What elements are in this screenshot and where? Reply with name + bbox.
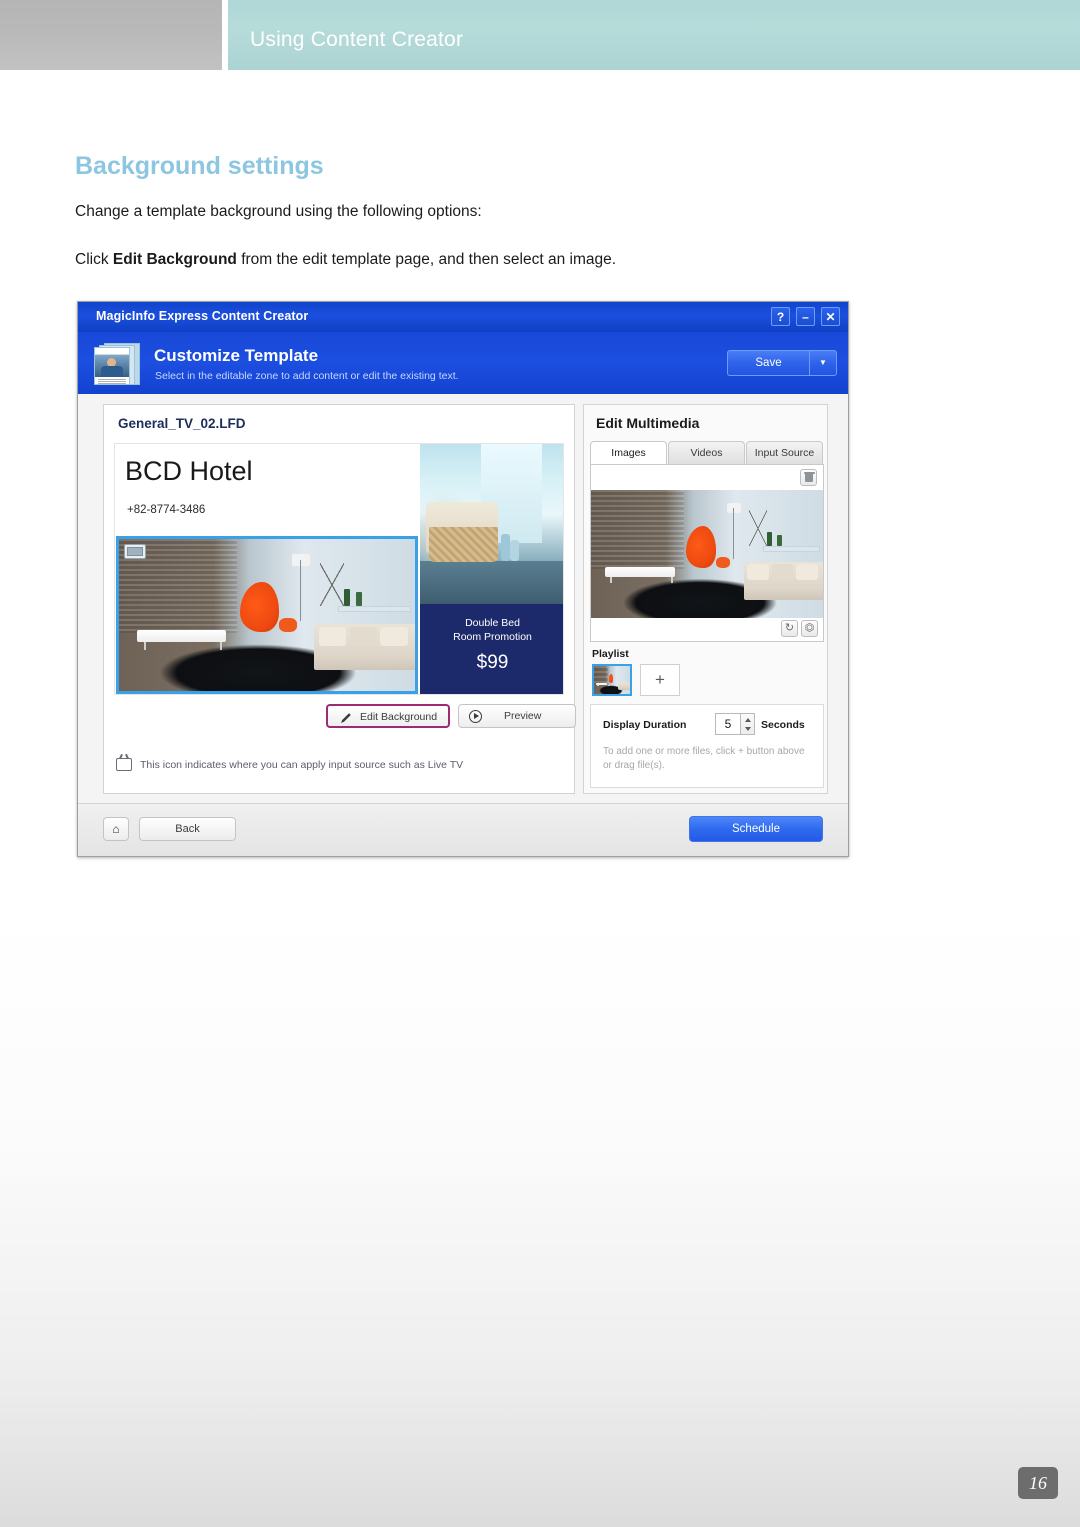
tab-images[interactable]: Images (590, 441, 667, 465)
promo-line-2: Room Promotion (453, 631, 532, 643)
template-editor-panel: General_TV_02.LFD BCD Hotel +82-8774-348… (103, 404, 576, 794)
app-section-title: Customize Template (154, 346, 319, 365)
page-number-badge: 16 (1018, 1467, 1058, 1499)
tv-icon (116, 758, 132, 771)
schedule-button[interactable]: Schedule (689, 816, 823, 842)
instruction-paragraph: Click Edit Background from the edit temp… (75, 251, 616, 269)
save-button[interactable]: Save (727, 350, 809, 376)
chevron-down-icon[interactable]: ▼ (809, 350, 837, 376)
page-header-band: Using Content Creator (0, 0, 1080, 70)
template-canvas[interactable]: BCD Hotel +82-8774-3486 Double Bed Room … (114, 443, 564, 695)
template-selected-image-zone[interactable] (116, 536, 418, 694)
duration-unit-label: Seconds (761, 719, 805, 731)
add-media-button[interactable]: + (640, 664, 680, 696)
back-button[interactable]: Back (139, 817, 236, 841)
playlist-label: Playlist (592, 648, 629, 660)
app-content-area: General_TV_02.LFD BCD Hotel +82-8774-348… (78, 394, 848, 804)
app-footer-bar: ⌂ Back Schedule (78, 803, 848, 856)
template-side-photo[interactable] (420, 444, 563, 604)
living-room-photo (119, 539, 415, 691)
page-header-title: Using Content Creator (250, 28, 464, 51)
instruction-prefix: Click (75, 251, 113, 268)
edit-background-label: Edit Background (360, 711, 438, 723)
application-window-screenshot: MagicInfo Express Content Creator ? – ✕ … (77, 301, 849, 857)
rotate-icon[interactable]: ↻ (781, 620, 798, 637)
stage-living-room-photo (591, 490, 823, 618)
duration-stepper[interactable] (741, 713, 755, 735)
help-icon[interactable]: ? (771, 307, 790, 326)
instruction-bold-term: Edit Background (112, 251, 237, 268)
promo-line-1: Double Bed (465, 617, 520, 629)
tab-input-source[interactable]: Input Source (746, 441, 823, 465)
template-phone-number[interactable]: +82-8774-3486 (127, 504, 205, 516)
page-title: Background settings (75, 152, 324, 180)
input-source-note-text: This icon indicates where you can apply … (140, 759, 464, 771)
preview-label: Preview (504, 710, 542, 722)
edit-multimedia-panel: Edit Multimedia Images Videos Input Sour… (583, 404, 828, 794)
preview-button[interactable]: Preview (458, 704, 576, 728)
stepper-up-icon[interactable] (741, 714, 754, 724)
playlist-thumbnail[interactable] (592, 664, 632, 696)
intro-paragraph: Change a template background using the f… (75, 203, 482, 220)
trash-icon[interactable] (800, 469, 817, 486)
image-preview-stage: ↻ ⏣ (590, 464, 824, 642)
display-duration-input[interactable]: 5 (715, 713, 741, 735)
image-tools: ↻ ⏣ (781, 620, 818, 637)
home-icon[interactable]: ⌂ (103, 817, 129, 841)
play-icon (469, 710, 482, 723)
multimedia-tabs: Images Videos Input Source (590, 441, 824, 465)
stepper-down-icon[interactable] (741, 724, 754, 734)
input-source-tv-icon[interactable] (124, 544, 146, 559)
header-gray-block (0, 0, 222, 70)
window-titlebar: MagicInfo Express Content Creator ? – ✕ (78, 302, 848, 332)
template-filename: General_TV_02.LFD (118, 416, 246, 431)
crop-icon[interactable]: ⏣ (801, 620, 818, 637)
playlist-section: Playlist + (590, 648, 824, 700)
input-source-note: This icon indicates where you can apply … (116, 756, 566, 778)
template-hotel-name[interactable]: BCD Hotel (125, 456, 253, 487)
template-promo-block[interactable]: Double Bed Room Promotion $99 (420, 604, 563, 694)
app-header-bar: Customize Template Select in the editabl… (78, 332, 848, 394)
app-section-subtitle: Select in the editable zone to add conte… (155, 370, 459, 382)
close-icon[interactable]: ✕ (821, 307, 840, 326)
edit-multimedia-title: Edit Multimedia (596, 415, 700, 431)
edit-background-button[interactable]: Edit Background (326, 704, 450, 728)
save-button-group: Save ▼ (727, 350, 837, 376)
tab-videos[interactable]: Videos (668, 441, 745, 465)
display-duration-label: Display Duration (603, 719, 687, 731)
duration-hint-text: To add one or more files, click + button… (603, 746, 805, 771)
instruction-suffix: from the edit template page, and then se… (236, 251, 617, 268)
pencil-icon (341, 713, 351, 723)
minimize-icon[interactable]: – (796, 307, 815, 326)
promo-price: $99 (476, 652, 509, 673)
template-stack-icon (94, 341, 140, 385)
window-title: MagicInfo Express Content Creator (96, 309, 309, 323)
display-duration-block: Display Duration 5 Seconds To add one or… (590, 704, 824, 788)
